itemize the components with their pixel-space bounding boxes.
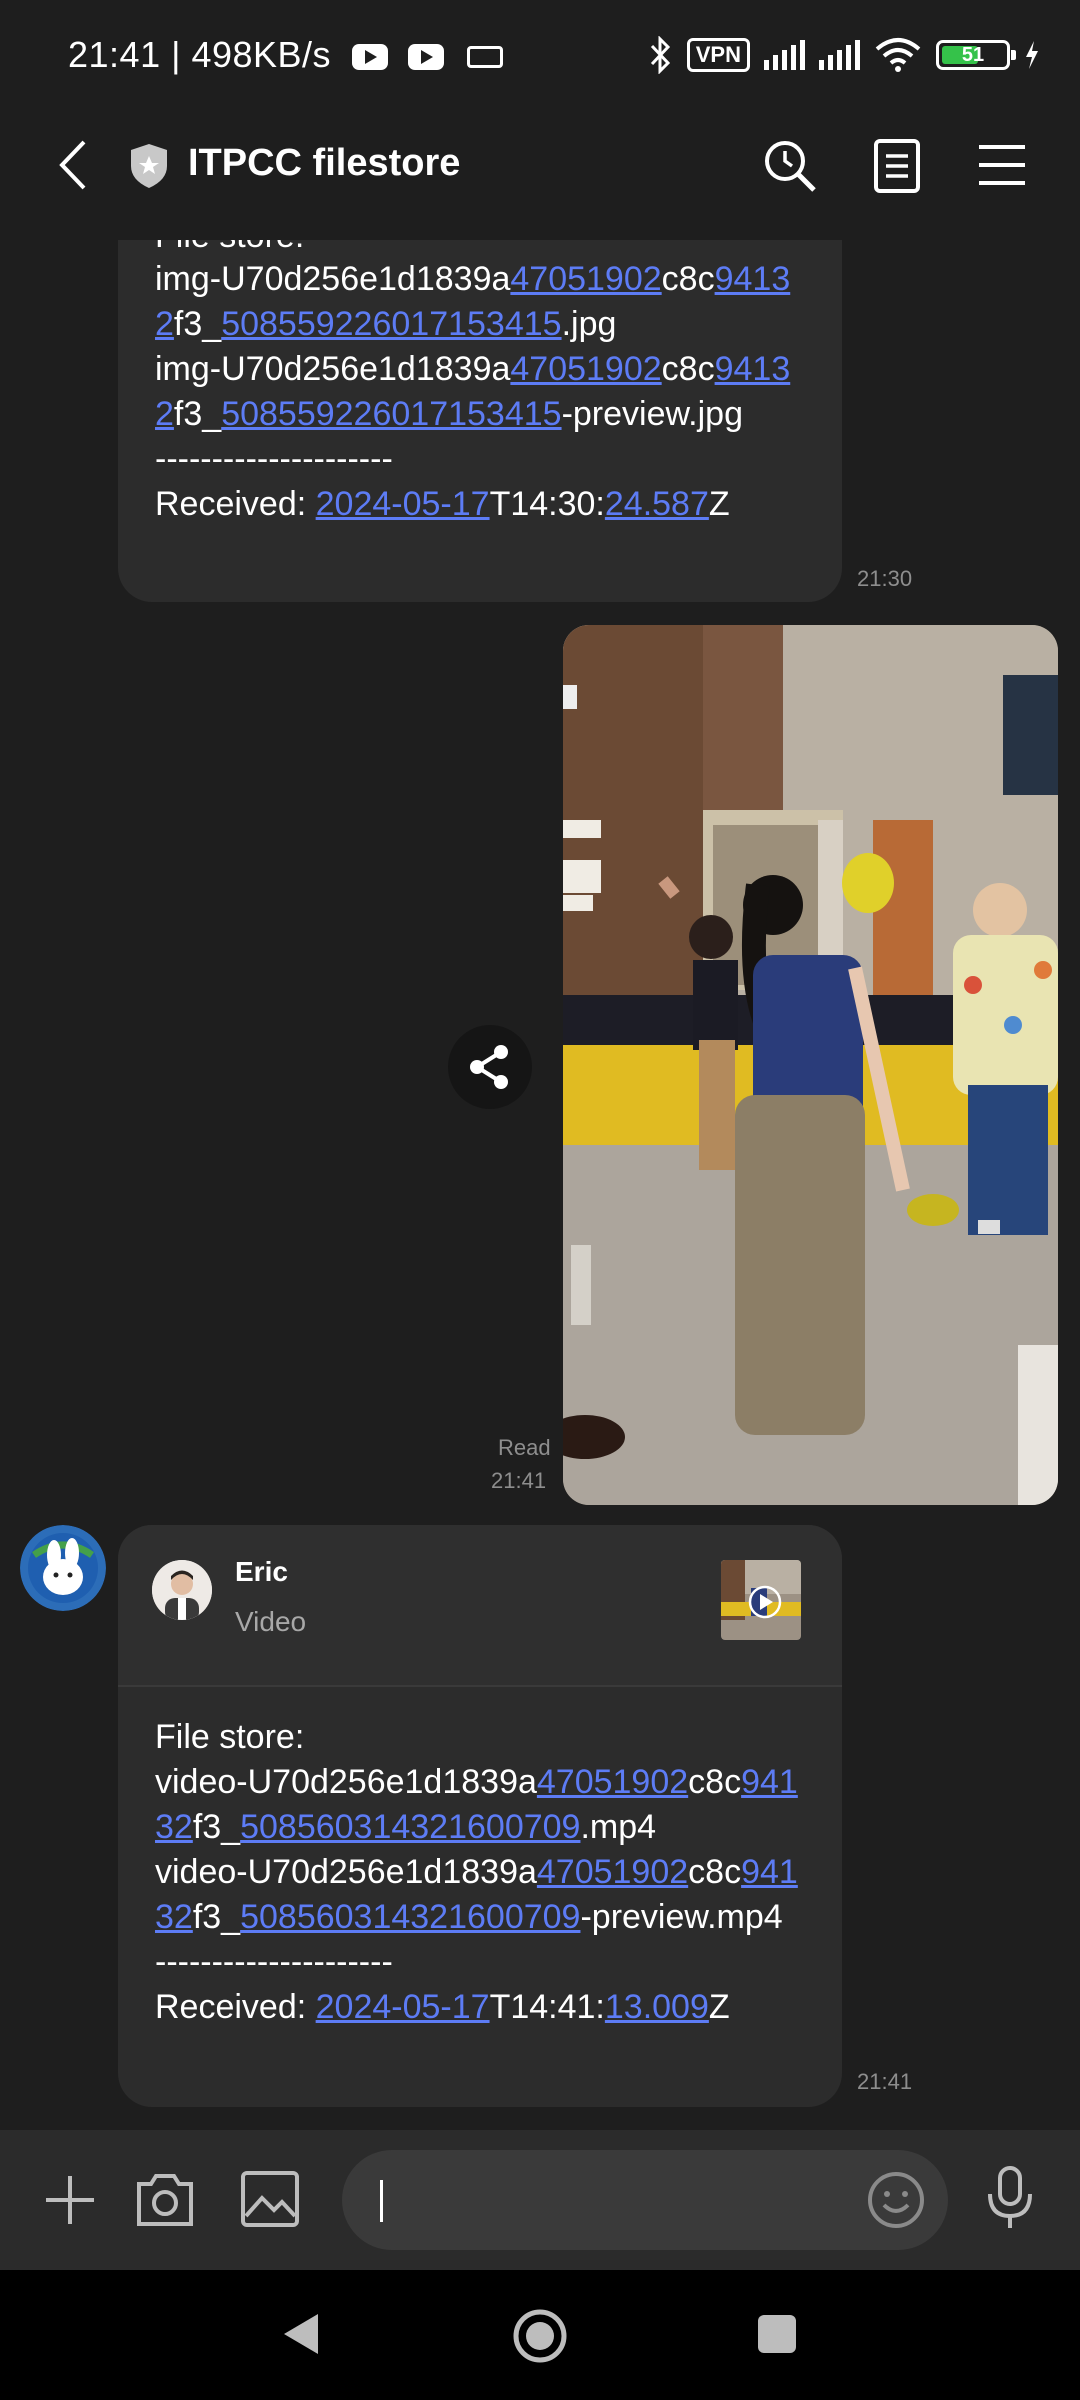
search-icon [765,141,816,192]
read-receipt: Read [498,1435,551,1460]
message-time: 21:41 [491,1468,547,1493]
message-line-label: File store: [155,1718,305,1756]
back-button[interactable] [50,138,100,192]
wifi-icon [875,38,921,72]
phone-link[interactable]: 508559226017153415 [221,395,561,433]
status-time: 21:41 [68,34,161,75]
group-avatar[interactable] [20,1525,106,1611]
message-filename-line: 2f3_508559226017153415-preview.jpg [155,395,743,433]
video-thumbnail[interactable] [721,1560,801,1640]
message-separator: --------------------- [155,440,393,478]
mic-icon [988,2166,1032,2228]
phone-link[interactable]: 9413 [715,350,791,388]
phone-link[interactable]: 32 [155,1808,193,1846]
emoji-button[interactable] [866,2170,926,2235]
message-filename-line: video-U70d256e1d1839a47051902c8c941 [155,1853,798,1891]
cast-icon [466,46,503,69]
message-filename-line: img-U70d256e1d1839a47051902c8c9413 [155,260,791,298]
message-received-line: Received: 2024-05-17T14:41:13.009Z [155,1988,730,2026]
status-left: 21:41 | 498KB/s [68,34,503,76]
nav-back-button[interactable] [280,2310,322,2363]
message-filename-line: video-U70d256e1d1839a47051902c8c941 [155,1763,798,1801]
message-filename-line: 32f3_508560314321600709.mp4 [155,1808,657,1846]
plus-icon [46,2176,94,2224]
phone-link[interactable]: 47051902 [537,1853,688,1891]
phone-link[interactable]: 508560314321600709 [240,1898,580,1936]
menu-icon [979,145,1025,185]
dance-photo [563,625,1058,1505]
shield-icon [128,142,170,190]
number-link[interactable]: 13.009 [605,1988,709,2026]
phone-link[interactable]: 9413 [715,260,791,298]
photo-message[interactable] [563,625,1058,1505]
status-net-speed: 498KB/s [191,34,332,75]
message-input[interactable] [342,2150,948,2250]
gallery-button[interactable] [238,2168,302,2235]
phone-link[interactable]: 941 [741,1763,798,1801]
notes-icon [874,139,920,193]
message-received-line: Received: 2024-05-17T14:30:24.587Z [155,485,730,523]
search-button[interactable] [762,138,818,194]
date-link[interactable]: 2024-05-17 [316,1988,490,2026]
number-link[interactable]: 24.587 [605,485,709,523]
voice-button[interactable] [982,2164,1038,2237]
message-filename-line: img-U70d256e1d1839a47051902c8c9413 [155,350,791,388]
chat-area[interactable]: File store: img-U70d256e1d1839a47051902c… [0,240,1080,2130]
message-time: 21:30 [857,566,913,591]
menu-button[interactable] [976,142,1028,188]
notes-button[interactable] [872,138,922,194]
nav-recents-icon [758,2315,796,2353]
phone-link[interactable]: 47051902 [537,1763,688,1801]
nav-home-icon [513,2309,567,2363]
chat-title: ITPCC filestore [188,142,461,184]
phone-link[interactable]: 47051902 [510,260,661,298]
date-link[interactable]: 2024-05-17 [316,485,490,523]
sender-name: Eric [235,1556,288,1587]
divider [118,1685,842,1687]
phone-link[interactable]: 508560314321600709 [240,1808,580,1846]
phone-link[interactable]: 941 [741,1853,798,1891]
phone-link[interactable]: 508559226017153415 [221,305,561,343]
camera-icon [137,2174,193,2226]
share-button[interactable] [448,1025,532,1109]
attachment-type: Video [235,1606,307,1637]
youtube-icon [351,44,388,71]
bluetooth-icon [650,36,670,74]
text-cursor [380,2180,383,2222]
phone-link[interactable]: 2 [155,395,174,433]
phone-link[interactable]: 47051902 [510,350,661,388]
message-separator: --------------------- [155,1943,393,1981]
youtube-icon-2 [408,44,445,71]
status-right: VPN 51 [649,30,1040,80]
nav-home-button[interactable] [512,2308,568,2369]
message-filename-line: 2f3_508559226017153415.jpg [155,305,617,343]
signal-icon-1 [764,40,805,70]
sender-avatar[interactable] [152,1560,212,1620]
back-icon [59,140,86,190]
phone-link[interactable]: 32 [155,1898,193,1936]
vpn-badge: VPN [686,38,750,72]
image-icon [241,2171,299,2227]
phone-link[interactable]: 2 [155,305,174,343]
message-time: 21:41 [857,2069,913,2094]
message-filename-line: 32f3_508560314321600709-preview.mp4 [155,1898,783,1936]
emoji-icon [868,2172,924,2228]
signal-icon-2 [819,40,860,70]
nav-recents-button[interactable] [756,2313,798,2360]
nav-back-icon [284,2314,318,2354]
share-icon [470,1045,508,1089]
charging-icon [1026,41,1038,69]
battery-icon: 51 [936,40,1016,70]
camera-button[interactable] [133,2168,197,2235]
add-button[interactable] [40,2170,100,2235]
